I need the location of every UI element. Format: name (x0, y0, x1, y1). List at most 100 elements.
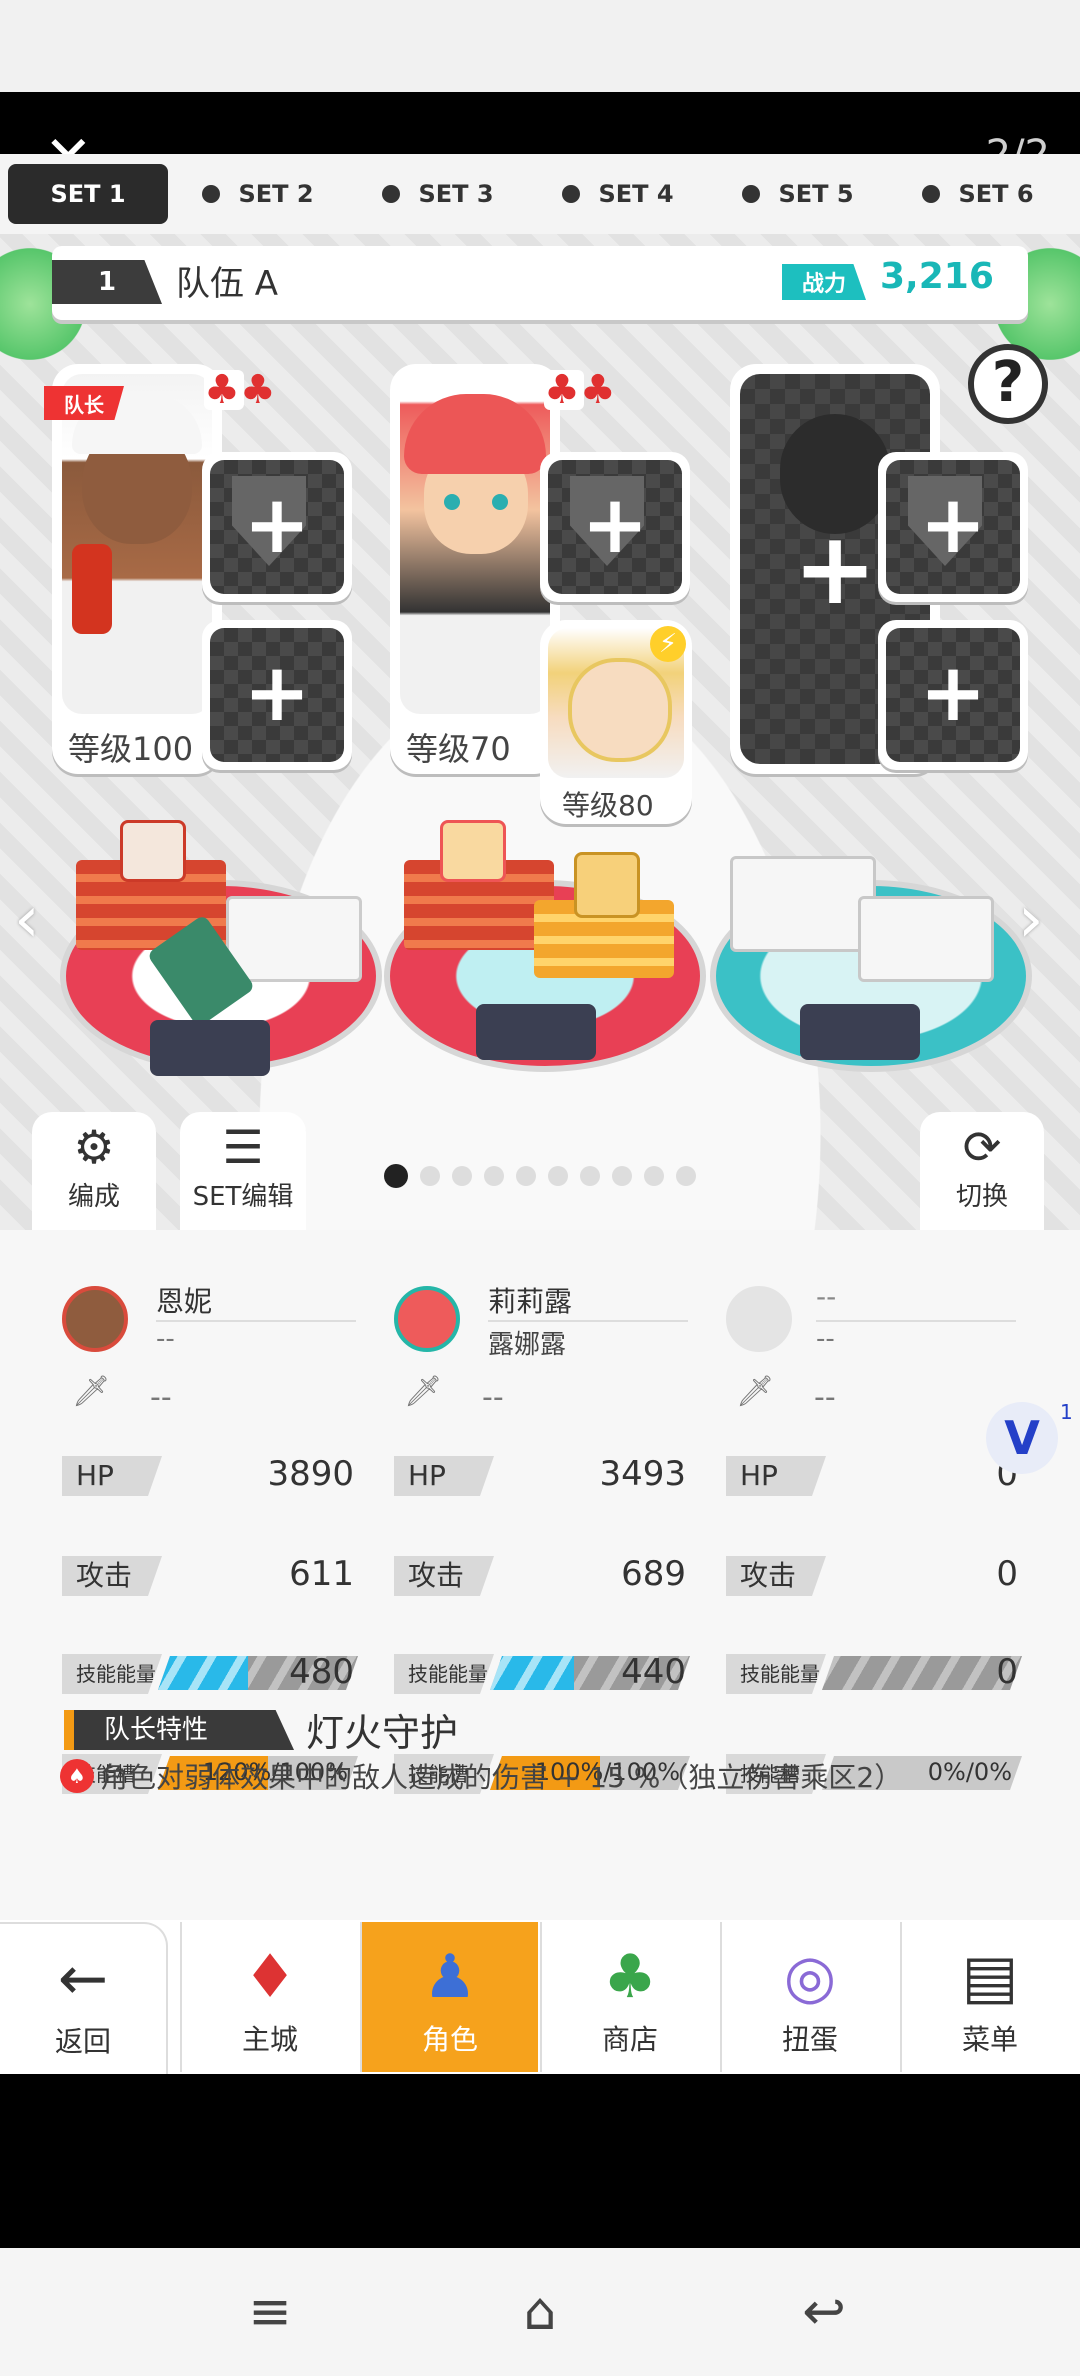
stat-atk: 攻击 689 (394, 1554, 686, 1598)
switch-button[interactable]: ⟳ 切换 (920, 1112, 1044, 1230)
nav-back[interactable]: ← 返回 (0, 1922, 168, 2074)
tab-set-1[interactable]: SET 1 (8, 164, 168, 224)
nav-town[interactable]: ♦ 主城 (180, 1922, 358, 2072)
nav-label: 扭蛋 (781, 2023, 838, 2056)
page-dot[interactable] (452, 1166, 472, 1186)
weapon-icon: 🗡 (72, 1374, 111, 1409)
power-label: 战力 (782, 264, 866, 300)
dot-icon (202, 185, 221, 203)
tab-label: SET 4 (598, 180, 674, 208)
set-edit-button[interactable]: ☰ SET编辑 (180, 1112, 306, 1230)
white-block (226, 896, 362, 982)
nav-gacha[interactable]: ◎ 扭蛋 (720, 1922, 898, 2072)
energy-fill (158, 1656, 248, 1690)
formation-label: 编成 (67, 1182, 120, 1212)
leader-skill-description: 角色对弱体效果中的敌人造成的伤害 + 15 %（独立伤害乘区2） (100, 1761, 903, 1794)
page-dot[interactable] (516, 1166, 536, 1186)
nav-character[interactable]: ♟ 角色 (360, 1922, 538, 2072)
tab-set-2[interactable]: SET 2 (168, 164, 348, 224)
stat-value: 0%/0% (927, 1758, 1012, 1786)
equipment-slot[interactable]: + (202, 452, 352, 602)
support-slot[interactable]: + (878, 620, 1028, 770)
home-icon[interactable]: ⌂ (500, 2272, 580, 2352)
avatar[interactable] (726, 1286, 792, 1352)
weapon-value: -- (814, 1380, 836, 1415)
nav-label: 菜单 (961, 2023, 1018, 2056)
power-value: 3,216 (880, 256, 994, 297)
page-dot[interactable] (676, 1166, 696, 1186)
character-name: 恩妮 (156, 1285, 213, 1318)
page-dot[interactable] (644, 1166, 664, 1186)
formation-button[interactable]: ⚙ 编成 (32, 1112, 156, 1230)
equipment-slot[interactable]: + (540, 452, 690, 602)
plus-icon: + (243, 478, 311, 571)
nav-label: 返回 (54, 2025, 111, 2058)
avatar[interactable] (394, 1286, 460, 1352)
plus-icon: + (243, 646, 311, 739)
chevron-left-icon[interactable]: ‹ (14, 888, 54, 952)
stat-label: 技能能量 (62, 1654, 162, 1694)
help-icon[interactable]: ? (968, 344, 1048, 424)
character-name: -- (816, 1280, 837, 1313)
stat-hp: HP 0 (726, 1454, 1018, 1498)
tab-label: SET 2 (238, 180, 314, 208)
stat-label: 技能能量 (726, 1654, 826, 1694)
stat-label: HP (62, 1456, 162, 1496)
switch-label: 切换 (955, 1182, 1008, 1212)
stat-energy: 技能能量 0 (726, 1652, 1022, 1696)
nav-menu[interactable]: ▤ 菜单 (900, 1922, 1078, 2072)
support-slot[interactable]: + (202, 620, 352, 770)
stat-value: 3493 (599, 1454, 686, 1494)
page-dot[interactable] (580, 1166, 600, 1186)
character-portrait (62, 374, 212, 714)
tab-set-5[interactable]: SET 5 (708, 164, 888, 224)
support-face (568, 658, 672, 762)
stat-hp: HP 3493 (394, 1454, 686, 1498)
stat-hp: HP 3890 (62, 1454, 354, 1498)
plus-icon: + (919, 646, 987, 739)
equipment-slot[interactable]: + (878, 452, 1028, 602)
tab-label: SET 6 (958, 180, 1034, 208)
page-dot[interactable] (384, 1164, 408, 1188)
tab-set-3[interactable]: SET 3 (348, 164, 528, 224)
leader-skill-name: 灯火守护 (306, 1711, 459, 1755)
team-number: 1 (52, 260, 162, 304)
menu-list-icon: ▤ (961, 1942, 1019, 2012)
back-icon[interactable]: ↩ (784, 2272, 864, 2352)
chevron-right-icon[interactable]: › (1018, 888, 1058, 952)
support-card[interactable]: ⚡ 等级80 (540, 620, 692, 824)
dot-icon (382, 185, 401, 203)
leader-skill-tag: 队长特性 (64, 1710, 294, 1750)
stat-label: HP (394, 1456, 494, 1496)
page-dot[interactable] (484, 1166, 504, 1186)
level-label: 等级100 (68, 730, 194, 768)
character-sub: -- (156, 1324, 175, 1354)
character-card-1[interactable]: 等级100 (52, 364, 222, 774)
stat-label: 技能能量 (394, 1654, 494, 1694)
page-dot[interactable] (420, 1166, 440, 1186)
refresh-icon: ⟳ (962, 1120, 1002, 1174)
tab-set-4[interactable]: SET 4 (528, 164, 708, 224)
divider (816, 1320, 1016, 1322)
weapon-value: -- (482, 1380, 504, 1415)
set-edit-label: SET编辑 (192, 1182, 294, 1212)
stat-value: 689 (621, 1554, 686, 1594)
dot-icon (922, 185, 941, 203)
floating-overlay-icon[interactable]: V (986, 1402, 1058, 1474)
level-label: 等级70 (406, 730, 511, 768)
character-eye (492, 494, 508, 510)
character-accessory (72, 544, 112, 634)
tab-set-6[interactable]: SET 6 (888, 164, 1068, 224)
stat-value: 0 (996, 1554, 1018, 1594)
avatar[interactable] (62, 1286, 128, 1352)
page-dot[interactable] (548, 1166, 568, 1186)
character-card-2[interactable]: 等级70 (390, 364, 560, 774)
dark-tile (800, 1004, 920, 1060)
dot-icon (562, 185, 581, 203)
nav-shop[interactable]: ♣ 商店 (540, 1922, 718, 2072)
recent-apps-icon[interactable]: ≡ (230, 2272, 310, 2352)
flame-icon: ♠ (60, 1759, 94, 1793)
page-dot[interactable] (612, 1166, 632, 1186)
team-name[interactable]: 队伍 A (176, 256, 278, 305)
suit-icon: ♣♣ (544, 367, 616, 413)
